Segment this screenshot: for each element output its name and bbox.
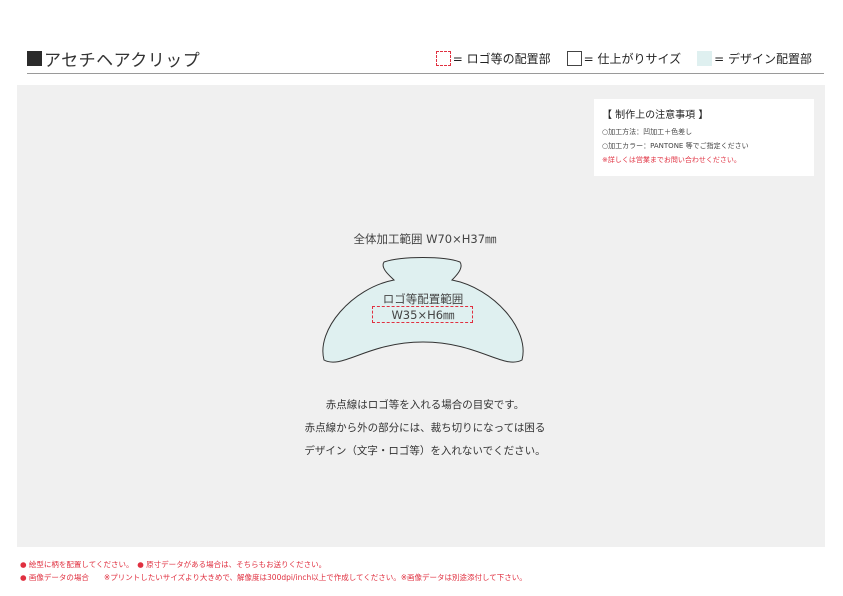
title-group: アセチヘアクリップ — [27, 46, 200, 71]
filled-square-icon — [697, 51, 713, 66]
footer-note-2: ● 画像データの場合 ※プリントしたいサイズより大きめで、解像度は300dpi/… — [20, 573, 527, 582]
notes-line-color: ○加工カラー：PANTONE 等でご指定ください — [602, 142, 749, 150]
header-divider — [27, 73, 824, 74]
logo-area-size: W35×H6㎜ — [391, 308, 455, 322]
legend-finish-size: = 仕上がりサイズ — [566, 50, 682, 67]
description-line-2: 赤点線から外の部分には、裁ち切りになっては困る — [304, 422, 546, 434]
title-square-icon — [27, 51, 42, 66]
legend-logo-area: = ロゴ等の配置部 — [435, 50, 551, 67]
legend-design-area-label: = デザイン配置部 — [714, 52, 812, 66]
page-title: アセチヘアクリップ — [44, 51, 201, 71]
legend: = ロゴ等の配置部 = 仕上がりサイズ = デザイン配置部 — [420, 50, 812, 67]
description-line-1: 赤点線はロゴ等を入れる場合の目安です。 — [325, 399, 525, 411]
description-line-3: デザイン（文字・ロゴ等）を入れないでください。 — [304, 445, 546, 457]
outline-square-icon — [566, 51, 582, 66]
notes-warning: ※詳しくは営業までお問い合わせください。 — [602, 156, 741, 164]
dashed-square-icon — [435, 51, 451, 66]
legend-logo-area-label: = ロゴ等の配置部 — [452, 52, 551, 66]
notes-box: 【 制作上の注意事項 】 ○加工方法：凹加工＋色差し ○加工カラー：PANTON… — [594, 99, 814, 176]
full-area-label: 全体加工範囲 W70×H37㎜ — [353, 232, 497, 246]
notes-line-method: ○加工方法：凹加工＋色差し — [602, 128, 693, 136]
notes-title: 【 制作上の注意事項 】 — [602, 110, 709, 121]
legend-finish-size-label: = 仕上がりサイズ — [583, 52, 682, 66]
header: アセチヘアクリップ = ロゴ等の配置部 = 仕上がりサイズ = デザイン配置部 — [27, 44, 824, 74]
legend-design-area: = デザイン配置部 — [697, 50, 812, 67]
logo-area-label: ロゴ等配置範囲 — [382, 292, 464, 306]
footer-note-1: ● 絵型に柄を配置してください。 ● 原寸データがある場合は、そちらもお送りくだ… — [20, 560, 327, 569]
